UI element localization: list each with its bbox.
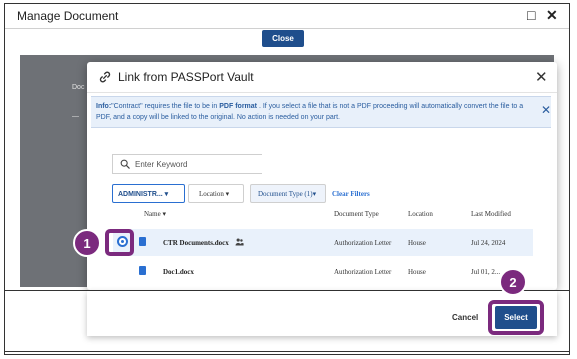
info-pdf-format: PDF format — [219, 103, 257, 110]
info-dismiss-icon[interactable]: ✕ — [541, 103, 551, 117]
step-1-highlight — [105, 229, 134, 256]
administration-filter[interactable]: ADMINISTR... ▾ — [112, 184, 185, 203]
shared-user-icon — [235, 238, 244, 246]
link-icon — [99, 71, 111, 83]
document-icon — [139, 266, 146, 275]
step-2-badge: 2 — [499, 268, 527, 296]
location: House — [408, 268, 426, 276]
link-dialog: Link from PASSPort Vault ✕ Info:"Contrac… — [87, 62, 557, 290]
dialog-header: Link from PASSPort Vault ✕ — [87, 62, 557, 93]
table-row[interactable]: CTR Documents.docx Authorization Letter … — [113, 229, 533, 256]
close-button[interactable]: Close — [262, 30, 304, 47]
dialog-footer — [87, 291, 557, 336]
cancel-button[interactable]: Cancel — [446, 309, 482, 325]
window-header: Manage Document □ ✕ — [5, 4, 569, 29]
document-type-filter[interactable]: Document Type (1)▾ — [250, 184, 326, 203]
step-1-badge: 1 — [73, 229, 101, 257]
column-header-last-modified[interactable]: Last Modified — [471, 210, 511, 218]
file-name: Doc1.docx — [163, 268, 194, 276]
location: House — [408, 239, 426, 247]
document-type: Authorization Letter — [334, 268, 392, 276]
document-icon — [139, 237, 146, 246]
file-name: CTR Documents.docx — [163, 239, 229, 247]
close-icon[interactable]: ✕ — [546, 7, 558, 24]
column-header-location[interactable]: Location — [408, 210, 433, 218]
column-header-name[interactable]: Name ▾ — [144, 210, 166, 218]
info-text: Info:"Contract" requires the file to be … — [96, 101, 526, 123]
window-title: Manage Document — [17, 9, 119, 23]
search-icon — [120, 159, 130, 169]
info-banner: Info:"Contract" requires the file to be … — [91, 96, 551, 128]
keyword-search — [112, 154, 262, 174]
dialog-close-icon[interactable]: ✕ — [535, 68, 548, 86]
select-button[interactable]: Select — [495, 306, 537, 329]
maximize-icon[interactable]: □ — [527, 7, 535, 23]
column-header-document-type[interactable]: Document Type — [334, 210, 379, 218]
document-type: Authorization Letter — [334, 239, 392, 247]
table-row[interactable]: Doc1.docx Authorization Letter House Jul… — [113, 258, 533, 285]
dialog-title: Link from PASSPort Vault — [118, 70, 254, 84]
info-text-a: "Contract" requires the file to be in — [111, 103, 220, 110]
last-modified: Jul 24, 2024 — [471, 239, 506, 247]
last-modified: Jul 01, 2... — [471, 268, 501, 276]
backdrop-text: — — [72, 113, 79, 120]
search-input[interactable] — [135, 158, 255, 171]
location-filter[interactable]: Location ▾ — [188, 184, 244, 203]
backdrop-text: Doc — [72, 84, 85, 91]
info-lead: Info: — [96, 103, 112, 110]
clear-filters-link[interactable]: Clear Filters — [332, 184, 382, 203]
